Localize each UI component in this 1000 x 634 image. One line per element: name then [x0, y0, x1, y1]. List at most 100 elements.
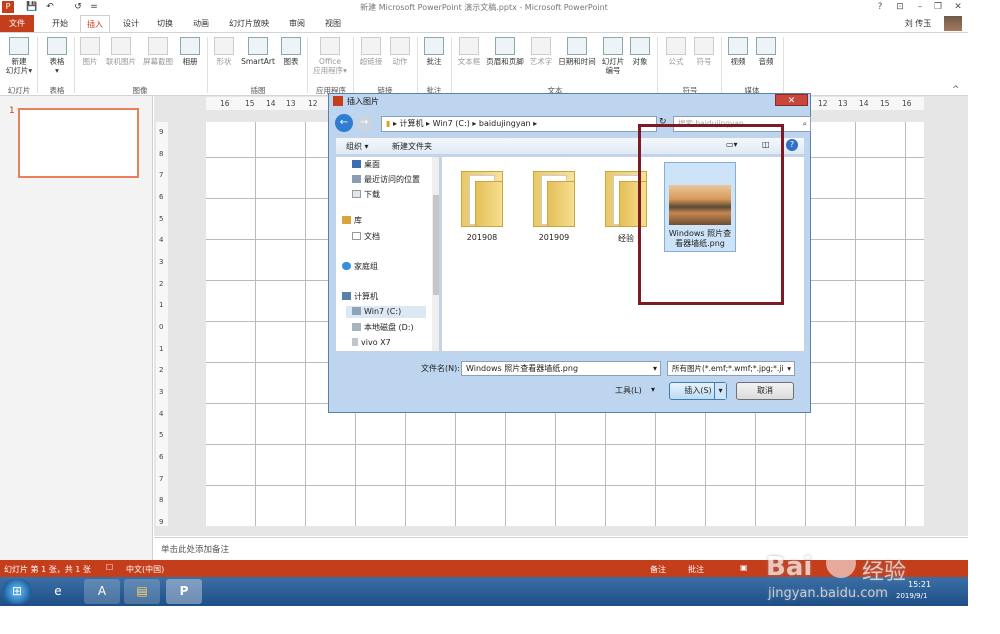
dialog-close-button[interactable]: ✕ — [775, 94, 808, 106]
file-type-value: 所有图片(*.emf;*.wmf;*.jpg;*.ji — [672, 364, 784, 373]
nav-scrollbar[interactable] — [432, 157, 439, 351]
audio-button[interactable]: 音频 — [753, 37, 779, 66]
slide-number: 1 — [9, 106, 15, 116]
comments-toggle[interactable]: 批注 — [688, 564, 704, 575]
slide-number-button[interactable]: 幻灯片 编号 — [599, 37, 627, 75]
action-button[interactable]: 动作 — [387, 37, 413, 66]
forward-icon[interactable]: → — [355, 114, 373, 132]
chart-button[interactable]: 图表 — [279, 37, 303, 66]
avatar[interactable] — [944, 16, 962, 31]
chevron-down-icon[interactable]: ▾ — [787, 362, 791, 375]
symbol-button[interactable]: 符号 — [691, 37, 717, 66]
album-button[interactable]: 相册 — [177, 37, 203, 66]
user-name[interactable]: 刘 传玉 — [896, 15, 940, 32]
ruler-tick: 8 — [159, 149, 164, 158]
app-icon[interactable]: A — [84, 579, 120, 604]
nav-scroll-thumb[interactable] — [433, 195, 439, 295]
video-button[interactable]: 视频 — [725, 37, 751, 66]
folder-name: 201908 — [466, 233, 498, 242]
date-time-icon — [567, 37, 587, 55]
nav-item-libraries[interactable]: 库 — [342, 215, 362, 227]
nav-item-documents[interactable]: 文档 — [352, 231, 380, 243]
tab-design[interactable]: 设计 — [116, 15, 146, 32]
table-button[interactable]: 表格 ▾ — [43, 37, 71, 75]
equation-button[interactable]: 公式 — [663, 37, 689, 66]
tab-review[interactable]: 审阅 — [282, 15, 312, 32]
new-folder-button[interactable]: 新建文件夹 — [392, 141, 432, 152]
folder-item[interactable]: 201909 — [524, 165, 584, 242]
cancel-button[interactable]: 取消 — [736, 382, 794, 400]
folder-item[interactable]: 201908 — [452, 165, 512, 242]
powerpoint-taskbar-icon[interactable]: P — [166, 579, 202, 604]
tab-view[interactable]: 视图 — [318, 15, 348, 32]
online-picture-button[interactable]: 联机图片 — [103, 37, 139, 66]
picture-label: 图片 — [82, 57, 98, 66]
nav-item-desktop[interactable]: 桌面 — [352, 159, 380, 171]
tab-animations[interactable]: 动画 — [186, 15, 216, 32]
tab-slideshow[interactable]: 幻灯片放映 — [224, 15, 274, 32]
breadcrumb-drive[interactable]: Win7 (C:) — [433, 119, 470, 128]
object-label: 对象 — [632, 57, 648, 66]
organize-button[interactable]: 组织 ▾ — [346, 141, 369, 152]
normal-view-icon[interactable]: ▣ — [740, 563, 748, 572]
nav-item-recent[interactable]: 最近访问的位置 — [352, 174, 420, 186]
chevron-down-icon[interactable]: ▾ — [651, 385, 655, 394]
search-icon[interactable]: ⌕ — [803, 117, 807, 131]
insert-button[interactable]: 插入(S) ▾ — [669, 382, 727, 400]
notes-placeholder: 单击此处添加备注 — [161, 545, 230, 555]
address-path[interactable]: ▮ ▸ 计算机 ▸ Win7 (C:) ▸ baidujingyan ▸ — [381, 116, 657, 132]
office-apps-button[interactable]: Office 应用程序▾ — [311, 37, 349, 75]
nav-label: 家庭组 — [354, 262, 378, 271]
album-icon — [180, 37, 200, 55]
start-icon[interactable]: ⊞ — [2, 579, 32, 604]
tab-home[interactable]: 开始 — [44, 15, 76, 32]
picture-button[interactable]: 图片 — [79, 37, 101, 66]
hyperlink-button[interactable]: 超链接 — [357, 37, 385, 66]
tab-transitions[interactable]: 切换 — [150, 15, 180, 32]
notes-toggle[interactable]: 备注 — [650, 564, 666, 575]
nav-item-downloads[interactable]: 下载 — [352, 189, 380, 201]
slide-thumbnail[interactable] — [18, 108, 139, 178]
file-type-select[interactable]: 所有图片(*.emf;*.wmf;*.jpg;*.ji ▾ — [667, 361, 795, 376]
screenshot-button[interactable]: 屏幕截图 — [141, 37, 175, 66]
new-slide-button[interactable]: 新建 幻灯片▾ — [4, 37, 34, 75]
insert-dropdown-icon[interactable]: ▾ — [714, 383, 726, 399]
group-divider — [417, 37, 418, 93]
tools-menu[interactable]: 工具(L) — [615, 385, 642, 396]
header-footer-button[interactable]: 页眉和页脚 — [484, 37, 526, 66]
language-status[interactable]: 中文(中国) — [126, 564, 164, 575]
comment-button[interactable]: 批注 — [421, 37, 447, 66]
shapes-button[interactable]: 形状 — [211, 37, 237, 66]
nav-item-homegroup[interactable]: 家庭组 — [342, 261, 378, 273]
tab-file[interactable]: 文件 — [0, 15, 34, 32]
date-time-button[interactable]: 日期和时间 — [556, 37, 598, 66]
filename-input[interactable]: Windows 照片查看器墙纸.png ▾ — [461, 361, 661, 376]
browser-icon[interactable]: e — [40, 579, 76, 604]
ribbon-display-icon[interactable]: ⊡ — [894, 1, 906, 13]
ruler-tick: 12 — [818, 99, 828, 108]
breadcrumb-folder[interactable]: baidujingyan — [479, 119, 531, 128]
minimize-icon[interactable]: – — [914, 1, 926, 13]
smartart-button[interactable]: SmartArt — [239, 37, 277, 66]
spellcheck-icon[interactable]: ☐ — [106, 563, 113, 572]
close-icon[interactable]: ✕ — [952, 1, 964, 13]
breadcrumb-computer[interactable]: 计算机 — [400, 119, 424, 128]
textbox-button[interactable]: 文本框 — [455, 37, 483, 66]
wordart-button[interactable]: 艺术字 — [527, 37, 555, 66]
smartart-icon — [248, 37, 268, 55]
document-icon — [352, 232, 361, 240]
explorer-icon[interactable]: ▤ — [124, 579, 160, 604]
nav-item-computer[interactable]: 计算机 — [342, 291, 378, 303]
help-icon[interactable]: ? — [874, 1, 886, 13]
help-icon[interactable]: ? — [786, 139, 798, 151]
nav-item-phone[interactable]: vivo X7 — [352, 337, 391, 349]
paw-icon — [826, 548, 856, 578]
back-icon[interactable]: ← — [335, 114, 353, 132]
chevron-down-icon[interactable]: ▾ — [653, 362, 657, 375]
collapse-ribbon-icon[interactable]: ^ — [952, 85, 960, 95]
object-button[interactable]: 对象 — [628, 37, 652, 66]
restore-icon[interactable]: ❐ — [932, 1, 944, 13]
nav-item-c-drive[interactable]: Win7 (C:) — [346, 306, 426, 318]
tab-insert[interactable]: 插入 — [80, 15, 110, 32]
nav-item-d-drive[interactable]: 本地磁盘 (D:) — [352, 322, 414, 334]
